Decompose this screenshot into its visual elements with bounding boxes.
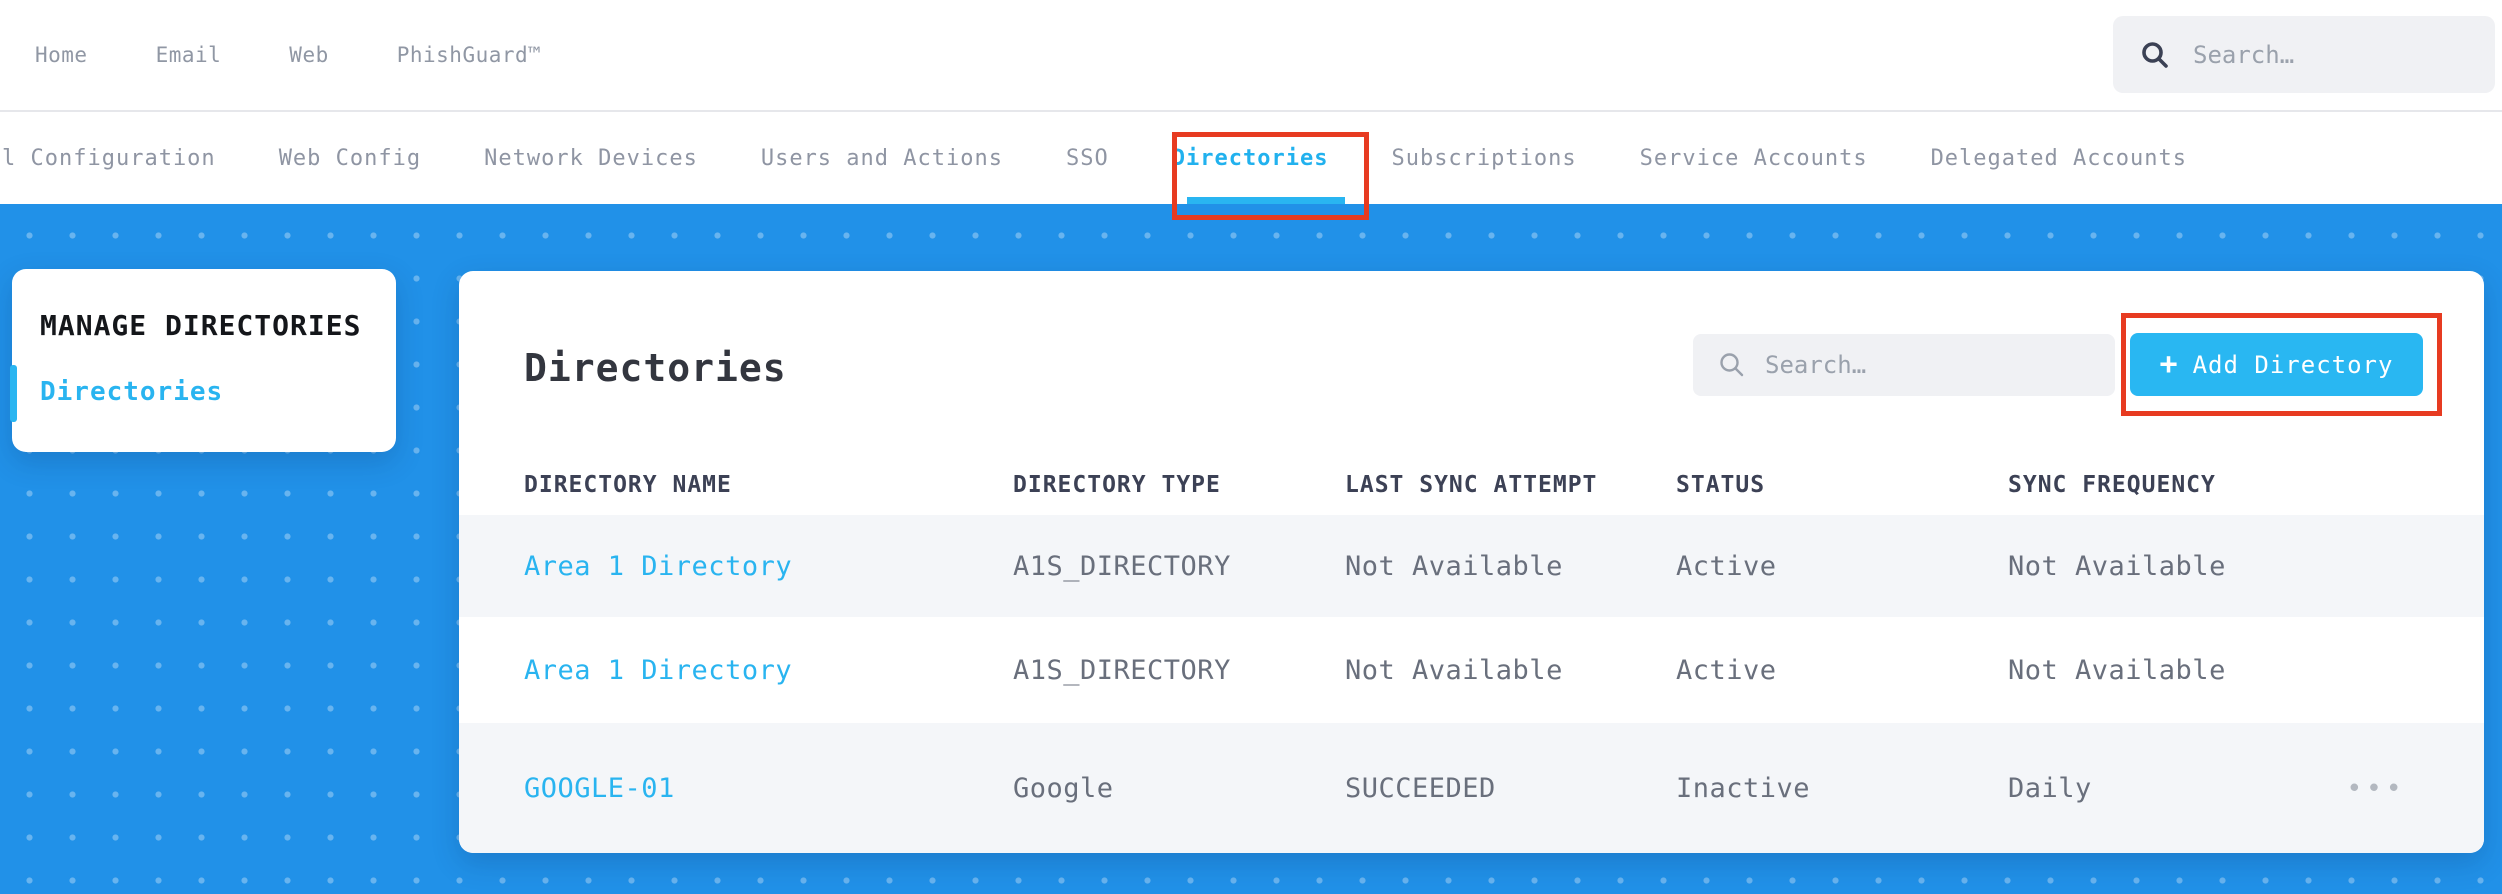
global-search-input[interactable] — [2193, 40, 2473, 69]
sync-frequency-cell: Daily — [2008, 772, 2092, 804]
last-sync-cell: SUCCEEDED — [1345, 772, 1496, 804]
add-directory-label: Add Directory — [2192, 350, 2394, 379]
table-row: GOOGLE-01 Google SUCCEEDED Inactive Dail… — [459, 723, 2484, 853]
col-header-last-sync-attempt: LAST SYNC ATTEMPT — [1345, 472, 1598, 498]
nav-item-email[interactable]: Email — [156, 43, 222, 67]
tab-network-devices[interactable]: Network Devices — [484, 146, 698, 171]
directory-type-cell: A1S_DIRECTORY — [1013, 654, 1231, 686]
col-header-directory-name: DIRECTORY NAME — [524, 472, 732, 498]
table-row: Area 1 Directory A1S_DIRECTORY Not Avail… — [459, 617, 2484, 723]
screen: Home Email Web PhishGuard™ l Configurati… — [0, 0, 2502, 894]
tab-web-config[interactable]: Web Config — [279, 146, 421, 171]
directories-table: DIRECTORY NAME DIRECTORY TYPE LAST SYNC … — [459, 455, 2484, 853]
col-header-directory-type: DIRECTORY TYPE — [1013, 472, 1221, 498]
top-nav: Home Email Web PhishGuard™ — [0, 0, 2502, 110]
directories-search[interactable] — [1693, 334, 2115, 396]
last-sync-cell: Not Available — [1345, 550, 1563, 582]
search-icon — [2142, 41, 2168, 68]
nav-item-home[interactable]: Home — [35, 43, 88, 67]
last-sync-cell: Not Available — [1345, 654, 1563, 686]
row-menu-ellipsis-icon[interactable]: ••• — [2347, 774, 2406, 804]
nav-item-phishguard[interactable]: PhishGuard™ — [397, 43, 542, 67]
page-title: Directories — [524, 346, 787, 390]
sync-frequency-cell: Not Available — [2008, 654, 2226, 686]
plus-icon: + — [2159, 347, 2179, 382]
table-header-row: DIRECTORY NAME DIRECTORY TYPE LAST SYNC … — [459, 455, 2484, 515]
col-header-sync-frequency: SYNC FREQUENCY — [2008, 472, 2216, 498]
tab-configuration[interactable]: l Configuration — [2, 146, 216, 171]
tab-users-and-actions[interactable]: Users and Actions — [761, 146, 1003, 171]
tab-delegated-accounts[interactable]: Delegated Accounts — [1931, 146, 2187, 171]
sidebar-heading: MANAGE DIRECTORIES — [40, 309, 362, 342]
status-cell: Inactive — [1676, 772, 1811, 804]
col-header-status: STATUS — [1676, 472, 1766, 498]
sidebar-card: MANAGE DIRECTORIES Directories — [10, 269, 396, 452]
directory-name-link[interactable]: GOOGLE-01 — [524, 773, 1013, 804]
active-tab-underline — [1187, 197, 1345, 204]
directories-search-input[interactable] — [1765, 351, 2085, 379]
add-directory-button[interactable]: + Add Directory — [2130, 333, 2423, 396]
directories-panel: Directories + Add Directory DIRECTORY NA… — [459, 271, 2484, 853]
directory-name-link[interactable]: Area 1 Directory — [524, 551, 1013, 582]
table-row: Area 1 Directory A1S_DIRECTORY Not Avail… — [459, 515, 2484, 617]
directory-type-cell: Google — [1013, 772, 1114, 804]
nav-item-web[interactable]: Web — [289, 43, 328, 67]
directory-type-cell: A1S_DIRECTORY — [1013, 550, 1231, 582]
sync-frequency-cell: Not Available — [2008, 550, 2226, 582]
settings-tab-bar: l Configuration Web Config Network Devic… — [0, 110, 2502, 204]
status-cell: Active — [1676, 654, 1777, 686]
directory-name-link[interactable]: Area 1 Directory — [524, 655, 1013, 686]
tab-service-accounts[interactable]: Service Accounts — [1640, 146, 1868, 171]
sidebar-active-indicator — [10, 365, 17, 422]
status-cell: Active — [1676, 550, 1777, 582]
row-actions-cell: ••• — [2308, 773, 2444, 804]
sidebar-item-directories[interactable]: Directories — [40, 377, 223, 407]
content-background: MANAGE DIRECTORIES Directories Directori… — [0, 204, 2502, 894]
search-icon — [1720, 353, 1744, 377]
global-search[interactable] — [2113, 16, 2495, 93]
tab-subscriptions[interactable]: Subscriptions — [1391, 146, 1576, 171]
tab-sso[interactable]: SSO — [1066, 146, 1109, 171]
tab-directories[interactable]: Directories — [1172, 146, 1329, 171]
